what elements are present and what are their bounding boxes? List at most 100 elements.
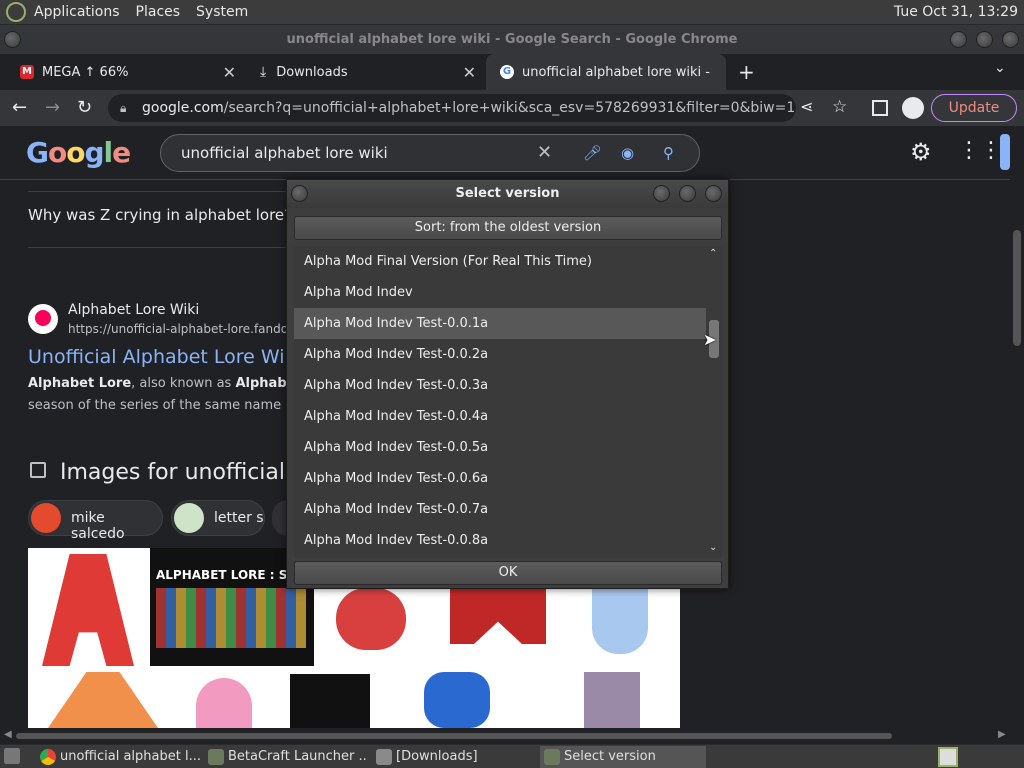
maximize-button[interactable] [976,31,993,48]
result-url[interactable]: https://unofficial-alphabet-lore.fandom.… [68,322,286,336]
share-icon[interactable]: ⋖ [800,97,813,116]
version-item[interactable]: Alpha Mod Indev Test-0.0.8a [294,525,706,556]
select-version-dialog: Select version Sort: from the oldest ver… [286,179,729,589]
close-window-button[interactable] [1002,31,1019,48]
version-item[interactable]: Alpha Mod Indev Test-0.0.2a [294,339,706,370]
close-tab-icon[interactable]: ✕ [463,63,476,82]
toolbar: ← → ↻ 🔒︎ google.com/search?q=unofficial+… [0,90,1024,126]
reload-button[interactable]: ↻ [77,97,92,118]
distro-icon[interactable] [6,2,26,22]
taskbar-label: BetaCraft Launcher ... [228,749,368,764]
version-item[interactable]: Alpha Mod Indev Test-0.0.1a [294,308,706,339]
page-horizontal-scrollbar[interactable]: ◀ ▶ [0,728,1010,744]
dialog-titlebar[interactable]: Select version [287,180,728,208]
clock[interactable]: Tue Oct 31, 13:29 [894,0,1018,25]
lock-icon[interactable]: 🔒︎ [120,94,126,122]
chip-label: mike salcedo [71,510,125,542]
chip-letter-s[interactable]: letter s [171,500,265,536]
lens-icon[interactable]: ◉ [621,135,634,171]
page-vertical-scrollbar[interactable] [1010,126,1024,744]
bookmark-star-icon[interactable]: ☆ [832,97,847,117]
system-menu[interactable]: System [188,0,256,25]
version-item[interactable]: Alpha Mod Indev Test-0.0.3a [294,370,706,401]
dialog-menu-button[interactable] [291,185,308,202]
image-thumbnail-black[interactable] [266,668,392,728]
back-button[interactable]: ← [12,97,27,118]
google-doodle-logo[interactable]: Google [26,136,131,169]
image-thumbnail-m[interactable] [436,588,560,666]
version-item[interactable]: Alpha Mod Indev Test-0.0.6a [294,463,706,494]
scroll-thumb[interactable] [1013,230,1021,346]
dialog-maximize-button[interactable] [679,185,696,202]
snippet-bold: Alphabet Lore [28,376,132,391]
image-thumbnail-a[interactable] [28,548,148,666]
image-thumbnail-q[interactable] [316,588,434,666]
places-menu[interactable]: Places [128,0,189,25]
taskbar-item-betacraft[interactable]: BetaCraft Launcher ... [204,746,368,768]
scroll-up-icon[interactable]: ⌃ [709,248,717,259]
tab-label: MEGA ↑ 66% [42,64,129,80]
sort-button[interactable]: Sort: from the oldest version [294,216,722,240]
settings-gear-icon[interactable]: ⚙ [910,138,932,166]
folder-icon [376,749,392,765]
version-list[interactable]: Alpha Mod Final Version (For Real This T… [294,246,722,558]
address-bar[interactable]: 🔒︎ google.com/search?q=unofficial+alphab… [108,94,796,122]
clear-search-icon[interactable]: ✕ [537,135,552,171]
version-item[interactable]: Alpha Mod Final Version (For Real This T… [294,246,706,277]
sign-in-button[interactable] [1000,134,1010,170]
voice-search-icon[interactable]: 🎤︎ [583,135,602,171]
taskbar-item-downloads[interactable]: [Downloads] [372,746,536,768]
workspace-switcher[interactable] [938,747,958,767]
version-list-scrollbar[interactable]: ⌃ ⌄ [706,246,722,558]
new-tab-button[interactable]: + [738,60,755,84]
chip-thumbnail [31,503,61,533]
minimize-button[interactable] [950,31,967,48]
version-item[interactable]: Alpha Mod Indev Test-0.0.7a [294,494,706,525]
profile-avatar[interactable] [902,97,924,119]
window-menu-button[interactable] [4,31,21,48]
image-icon [30,462,46,478]
tab-mega[interactable]: M MEGA ↑ 66% ✕ [0,54,246,90]
tab-label: Downloads [276,64,348,80]
chrome-icon [40,749,56,765]
image-thumbnail-a-orange[interactable] [28,668,180,728]
image-thumbnail-u[interactable] [562,588,680,666]
chip-mike-salcedo[interactable]: mike salcedo [28,500,163,542]
taskbar-item-select-version[interactable]: Select version [540,746,706,768]
version-item[interactable]: Alpha Mod Indev [294,277,706,308]
applications-menu[interactable]: Applications [26,0,128,25]
ok-button[interactable]: OK [294,561,722,585]
images-heading[interactable]: Images for unofficial alp [60,460,286,485]
result-snippet: Alphabet Lore, also known as Alphabet: T [28,376,286,391]
close-tab-icon[interactable]: ✕ [223,63,236,82]
side-panel-icon[interactable] [872,100,888,116]
search-input[interactable]: unofficial alphabet lore wiki ✕ 🎤︎ ◉ ⚲ [160,134,700,172]
search-icon[interactable]: ⚲ [663,135,674,171]
image-thumbnail-pink[interactable] [182,668,264,728]
result-title-link[interactable]: Unofficial Alphabet Lore Wiki [28,346,301,368]
dialog-minimize-button[interactable] [653,185,670,202]
show-desktop-icon[interactable] [4,748,20,764]
snippet-text: , also known as [131,376,236,391]
tab-label: unofficial alphabet lore wiki - G [522,64,712,80]
image-thumbnail-purple[interactable] [524,668,680,728]
search-query: unofficial alphabet lore wiki [181,144,388,162]
image-thumbnail-blue[interactable] [394,668,522,728]
people-also-ask-question[interactable]: Why was Z crying in alphabet lore? [28,206,292,224]
version-item[interactable]: Alpha Mod Indev Test-0.0.5a [294,432,706,463]
update-button[interactable]: Update [931,94,1017,122]
scroll-down-icon[interactable]: ⌄ [709,542,717,553]
tab-google-search[interactable]: G unofficial alphabet lore wiki - G [486,54,726,90]
scroll-left-icon[interactable]: ◀ [4,729,12,740]
mouse-cursor-icon: ➤ [703,330,717,349]
tab-search-icon[interactable]: ⌄ [994,60,1006,76]
result-site-name[interactable]: Alphabet Lore Wiki [68,302,199,318]
window-titlebar[interactable]: unofficial alphabet lore wiki - Google S… [0,25,1024,54]
dialog-close-button[interactable] [705,185,722,202]
scroll-right-icon[interactable]: ▶ [998,729,1006,740]
scroll-thumb[interactable] [16,733,892,739]
taskbar-item-chrome[interactable]: unofficial alphabet l... [36,746,202,768]
tab-downloads[interactable]: ⤓ Downloads ✕ [246,54,486,90]
version-item[interactable]: Alpha Mod Indev Test-0.0.4a [294,401,706,432]
forward-button[interactable]: → [45,97,60,118]
